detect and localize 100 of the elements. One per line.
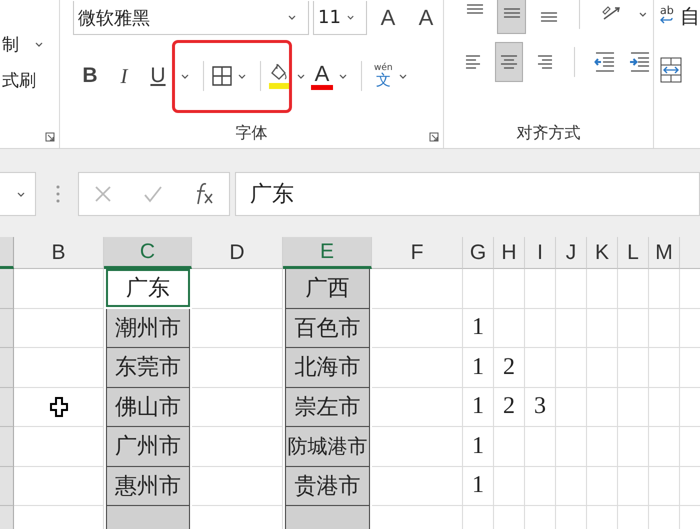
table-cell: 1 [463,427,494,466]
table-cell: 广东 [106,269,190,306]
table-cell [556,308,587,348]
formula-field[interactable]: 广东 [235,172,700,216]
caret-icon[interactable] [339,74,347,78]
table-cell [494,308,525,348]
shrink-font-button[interactable]: A [409,5,443,31]
table-cell: 1 [463,308,494,348]
column-header[interactable]: H [494,237,525,269]
column-header[interactable]: B [14,237,104,269]
grow-font-button[interactable]: A [371,5,405,31]
borders-icon[interactable] [212,66,232,86]
table-cell: 2 [494,388,525,427]
column-header[interactable]: C [104,237,192,269]
font-name-field[interactable]: 微软雅黑 [73,1,309,35]
italic-button[interactable]: I [107,64,141,88]
dialog-launcher-icon[interactable] [429,132,439,142]
table-cell: 百色市 [285,308,370,348]
table-cell [525,466,556,506]
phonetic-button[interactable]: wén 文 [374,64,393,88]
caret-icon[interactable] [346,15,354,20]
column-header[interactable]: K [587,237,618,269]
table-cell [525,348,556,388]
table-cell: 防城港市 [285,427,370,466]
table-cell [556,348,587,388]
column-header[interactable]: I [525,237,556,269]
table-cell [587,348,618,388]
caret-icon[interactable] [35,42,43,46]
caret-icon[interactable] [238,74,246,78]
table-cell [587,427,618,466]
table-cell [525,427,556,466]
table-cell [618,348,649,388]
table-cell [618,388,649,427]
check-icon[interactable] [142,185,163,203]
caret-icon[interactable] [288,15,296,20]
underline-button[interactable]: U [141,64,175,88]
caret-icon[interactable] [297,74,305,78]
caret-icon[interactable] [639,12,648,16]
table-cell [556,427,587,466]
table-cell: 2 [494,348,525,388]
table-cell [587,466,618,506]
table-cell: 贵港市 [285,466,370,506]
table-cell [556,269,587,308]
table-cell: 东莞市 [106,348,190,388]
dialog-launcher-icon[interactable] [45,132,55,142]
caret-icon[interactable] [17,192,25,196]
table-cell: 3 [525,388,556,427]
table-cell: 崇左市 [285,388,370,427]
table-cell [649,308,680,348]
table-cell [649,348,680,388]
group-label: 字体 [236,123,268,144]
clipboard-command[interactable]: 式刷 [2,68,36,92]
clipboard-command[interactable]: 制 [2,32,19,56]
table-cell [494,269,525,308]
caret-icon[interactable] [398,74,407,78]
table-cell: 广州市 [106,427,190,466]
column-header[interactable]: G [463,237,494,269]
table-cell: 惠州市 [106,466,190,506]
column-header[interactable]: E [283,237,372,269]
table-cell [618,427,649,466]
align-center-icon[interactable] [495,42,523,82]
group-label: 对齐方式 [516,123,580,144]
table-cell [463,269,494,308]
font-size-field[interactable]: 11 [313,1,367,35]
table-cell [525,308,556,348]
table-cell: 1 [463,388,494,427]
bold-button[interactable]: B [73,64,107,88]
table-cell [494,466,525,506]
table-cell [618,308,649,348]
table-cell [618,269,649,308]
table-cell [556,388,587,427]
table-cell [525,269,556,308]
table-cell: 佛山市 [106,388,190,427]
merge-icon[interactable] [660,57,682,83]
table-cell: 广西 [285,269,370,308]
table-cell [494,427,525,466]
column-header[interactable]: J [556,237,587,269]
column-header[interactable]: D [192,237,283,269]
table-cell [587,388,618,427]
font-color-button[interactable]: A [311,62,333,90]
table-cell: 1 [463,466,494,506]
select-all-corner[interactable] [0,237,14,269]
fill-color-icon[interactable] [269,63,291,89]
table-cell [649,427,680,466]
table-cell [618,466,649,506]
cursor-icon [50,396,68,417]
table-cell: 1 [463,348,494,388]
table-cell [649,269,680,308]
table-cell: 潮州市 [106,308,190,348]
column-header[interactable]: M [649,237,680,269]
table-cell [556,466,587,506]
wrap-text-button[interactable]: 自 [680,2,700,30]
caret-icon[interactable] [181,74,189,78]
middle-align-icon[interactable] [497,0,526,34]
table-cell [649,466,680,506]
grip-icon [56,184,60,204]
column-header[interactable]: L [618,237,649,269]
table-cell [649,388,680,427]
table-cell [587,269,618,308]
column-header[interactable]: F [372,237,463,269]
